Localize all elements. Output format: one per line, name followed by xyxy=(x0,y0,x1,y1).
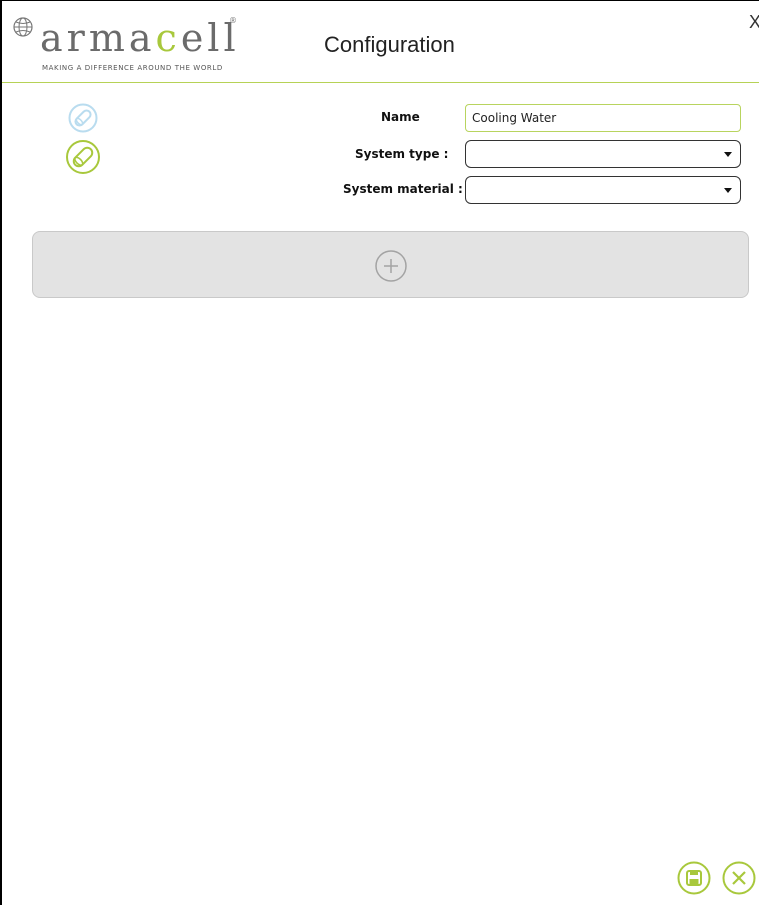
name-input[interactable] xyxy=(465,104,741,132)
pipe-icon-faded[interactable] xyxy=(68,103,98,133)
name-label: Name xyxy=(381,110,420,124)
logo-wordmark: armacell xyxy=(40,16,240,60)
registered-mark: ® xyxy=(229,16,237,25)
pipe-icon-active[interactable] xyxy=(65,139,101,175)
add-section-panel xyxy=(32,231,749,298)
cancel-button[interactable] xyxy=(722,861,756,895)
save-button[interactable] xyxy=(677,861,711,895)
chevron-down-icon xyxy=(724,152,732,157)
close-window-button[interactable]: X xyxy=(749,12,759,33)
window-frame xyxy=(0,0,759,905)
system-type-label: System type : xyxy=(355,147,449,161)
globe-icon xyxy=(13,17,33,37)
system-material-label: System material : xyxy=(343,182,463,196)
add-button[interactable] xyxy=(374,249,408,283)
logo-tagline: MAKING A DIFFERENCE AROUND THE WORLD xyxy=(42,64,223,72)
system-material-dropdown[interactable] xyxy=(465,176,741,204)
page-title: Configuration xyxy=(324,32,455,57)
system-type-dropdown[interactable] xyxy=(465,140,741,168)
header-divider xyxy=(2,82,759,83)
chevron-down-icon xyxy=(724,188,732,193)
